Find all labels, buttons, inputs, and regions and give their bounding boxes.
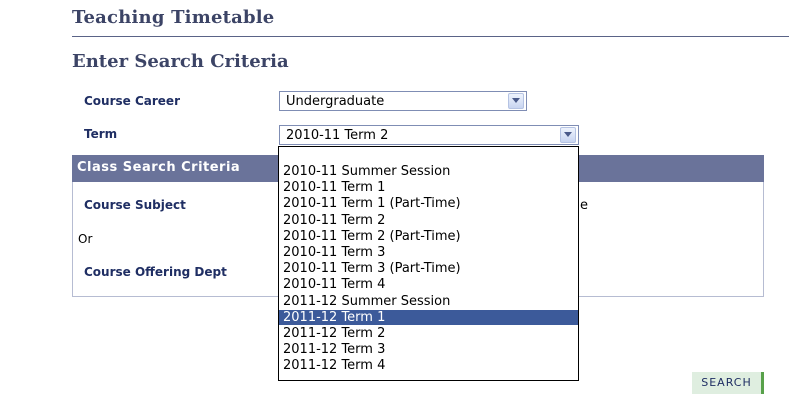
term-option[interactable]: 2011-12 Term 2 <box>279 326 578 341</box>
term-option[interactable]: 2010-11 Term 3 (Part-Time) <box>279 261 578 276</box>
term-option[interactable]: 2011-12 Summer Session <box>279 294 578 309</box>
course-career-label: Course Career <box>84 94 180 108</box>
chevron-down-icon[interactable] <box>560 127 576 143</box>
section-heading: Enter Search Criteria <box>72 51 289 72</box>
term-option[interactable]: 2010-11 Term 1 <box>279 180 578 195</box>
term-option[interactable]: 2010-11 Term 1 (Part-Time) <box>279 196 578 211</box>
chevron-down-icon[interactable] <box>508 93 524 109</box>
title-divider <box>72 36 789 37</box>
course-offering-dept-label: Course Offering Dept <box>84 265 227 279</box>
or-text: Or <box>78 232 93 246</box>
term-label: Term <box>84 127 118 141</box>
term-option-blank[interactable] <box>279 148 578 163</box>
page-title: Teaching Timetable <box>72 7 275 28</box>
class-search-header-text: Class Search Criteria <box>77 160 241 175</box>
term-option[interactable]: 2010-11 Term 2 (Part-Time) <box>279 229 578 244</box>
term-option[interactable]: 2010-11 Term 2 <box>279 213 578 228</box>
term-value: 2010-11 Term 2 <box>286 128 389 143</box>
term-select[interactable]: 2010-11 Term 2 <box>279 125 579 145</box>
course-career-select[interactable]: Undergraduate <box>279 91 527 111</box>
term-option[interactable]: 2011-12 Term 4 <box>279 358 578 373</box>
course-career-value: Undergraduate <box>286 94 385 109</box>
term-option[interactable]: 2010-11 Term 3 <box>279 245 578 260</box>
course-subject-trailing-text: e <box>580 198 588 213</box>
term-option[interactable]: 2010-11 Summer Session <box>279 164 578 179</box>
course-subject-label: Course Subject <box>84 198 186 212</box>
term-option[interactable]: 2011-12 Term 1 <box>279 309 578 325</box>
term-option[interactable]: 2011-12 Term 3 <box>279 342 578 357</box>
search-button[interactable]: SEARCH <box>692 372 764 394</box>
term-option[interactable]: 2010-11 Term 4 <box>279 277 578 292</box>
term-dropdown-list[interactable]: 2010-11 Summer Session 2010-11 Term 1 2010… <box>278 146 579 381</box>
